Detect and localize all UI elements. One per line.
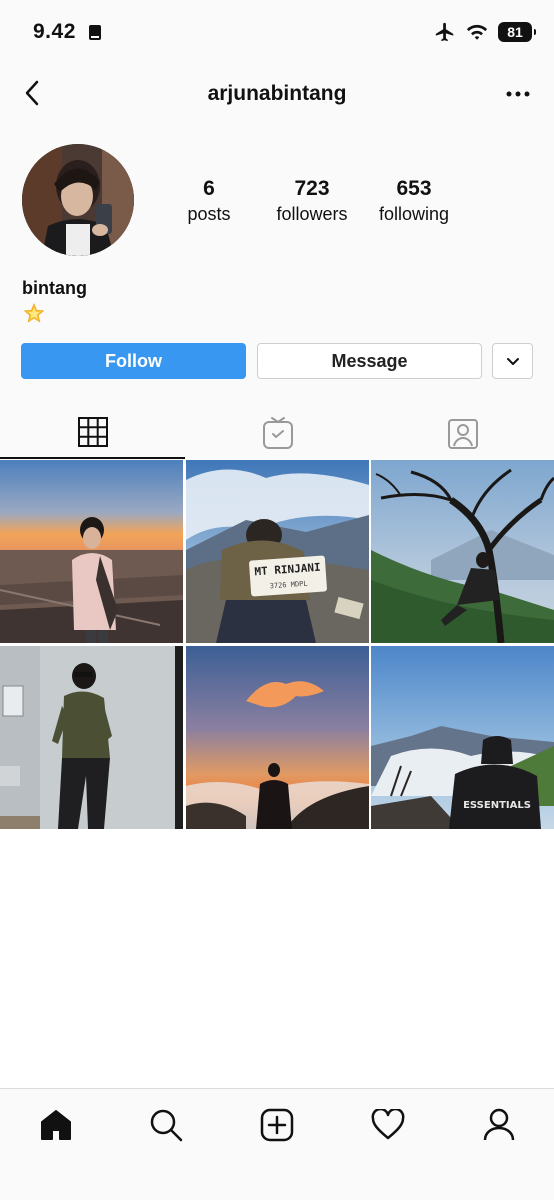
more-horizontal-icon [506,91,530,97]
hoodie-text: ESSENTIALS [463,800,531,811]
profile-tabs [0,407,554,459]
search-icon [150,1109,183,1142]
message-button[interactable]: Message [257,343,482,379]
book-icon [89,25,101,40]
star-emoji [23,302,45,323]
profile-name: bintang [22,278,87,298]
post-thumbnail[interactable] [371,460,554,643]
post-thumbnail[interactable]: ESSENTIALS [371,646,554,829]
stat-posts[interactable]: 6 posts [180,176,238,226]
airplane-icon [435,22,454,42]
nav-activity[interactable] [368,1105,408,1145]
post-thumbnail[interactable] [0,646,183,829]
avatar-image [22,144,134,256]
avatar[interactable] [22,144,134,256]
stat-followers[interactable]: 723 followers [266,176,358,226]
profile-stats: 6 posts 723 followers 653 following [160,176,470,226]
home-icon [41,1110,71,1140]
tab-igtv[interactable] [185,407,370,459]
stat-following[interactable]: 653 following [370,176,458,226]
post-image-tree [371,460,554,643]
post-image-beach-sunset [0,460,183,643]
posts-count: 6 [203,177,215,200]
nav-create[interactable] [257,1105,297,1145]
post-thumbnail[interactable]: MT RINJANI 3726 MDPL [186,460,369,643]
tagged-person-icon [447,419,478,449]
post-thumbnail[interactable] [186,646,369,829]
posts-label: posts [187,204,231,224]
more-options-button[interactable] [506,88,530,100]
bottom-navigation [0,1088,554,1200]
chevron-down-icon [506,357,519,365]
post-image-wall-pose [0,646,183,829]
post-image-mountain-hoodie: ESSENTIALS [371,646,554,829]
tab-tagged[interactable] [370,407,554,459]
status-bar: 9.42 81 [0,0,554,66]
nav-home[interactable] [36,1105,76,1145]
post-image-sunset-silhouette [186,646,369,829]
status-time: 9.42 [33,20,76,43]
tab-posts-grid[interactable] [0,407,185,459]
wifi-icon [466,24,488,40]
status-icons: 81 [434,21,536,43]
profile-header: arjunabintang [0,66,554,122]
posts-grid: MT RINJANI 3726 MDPL ESSENTIALS [0,460,554,830]
grid-icon [77,417,108,447]
post-thumbnail[interactable] [0,460,183,643]
post-image-mountain-sign: MT RINJANI 3726 MDPL [186,460,369,643]
plus-square-icon [260,1108,294,1142]
tv-icon [262,417,293,449]
header-username: arjunabintang [207,82,347,105]
nav-search[interactable] [146,1105,186,1145]
following-count: 653 [396,177,432,200]
battery-level: 81 [507,24,523,40]
suggested-dropdown-button[interactable] [492,343,533,379]
followers-label: followers [276,204,348,224]
following-label: following [378,204,450,224]
heart-icon [371,1109,405,1140]
battery-icon: 81 [498,22,536,42]
profile-section: 6 posts 723 followers 653 following bint… [0,122,554,460]
follow-button[interactable]: Follow [21,343,246,379]
person-icon [483,1108,515,1141]
followers-count: 723 [294,177,330,200]
nav-profile[interactable] [479,1105,519,1145]
